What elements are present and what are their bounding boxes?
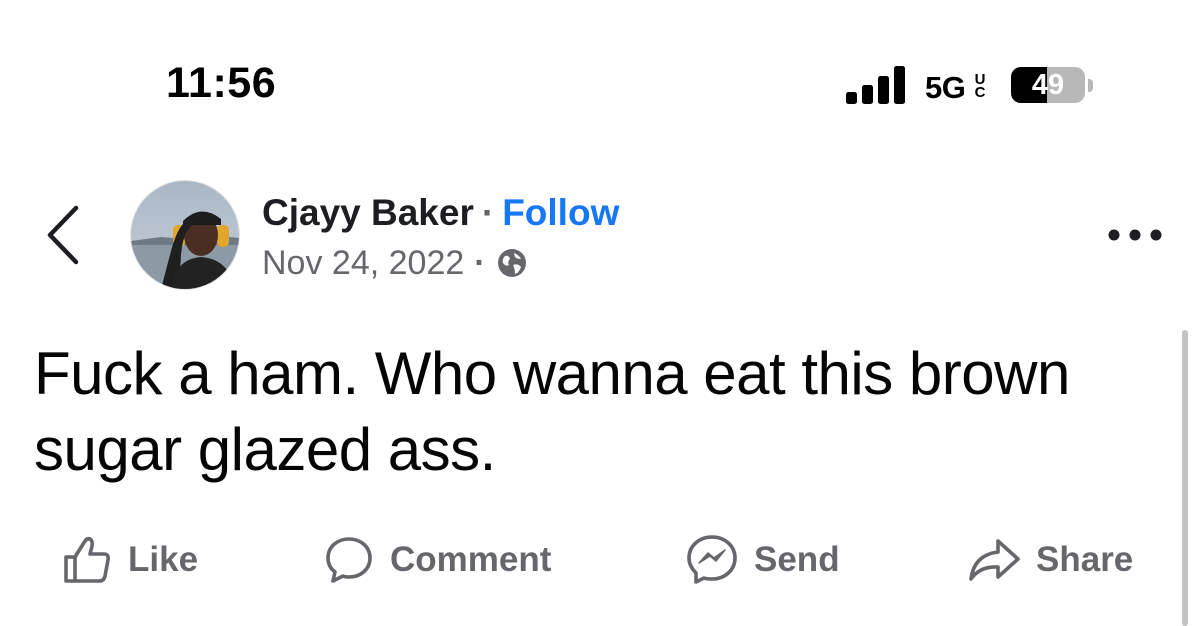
battery-cap — [1088, 79, 1093, 92]
send-label: Send — [754, 540, 840, 579]
follow-button[interactable]: Follow — [502, 192, 619, 233]
status-time: 11:56 — [166, 59, 277, 107]
network-type-label: 5G — [925, 70, 966, 105]
comment-button[interactable]: Comment — [322, 530, 551, 590]
network-badge: UC — [974, 71, 986, 101]
author-avatar[interactable] — [130, 180, 240, 290]
scrollbar[interactable] — [1182, 330, 1188, 626]
author-name[interactable]: Cjayy Baker — [262, 192, 474, 233]
send-button[interactable]: Send — [684, 530, 840, 590]
like-label: Like — [128, 540, 199, 579]
like-button[interactable]: Like — [60, 530, 198, 590]
post-date[interactable]: Nov 24, 2022 — [262, 243, 464, 283]
separator-dot: · — [481, 192, 495, 233]
share-button[interactable]: Share — [966, 530, 1133, 590]
battery-icon: 49 — [1011, 67, 1085, 103]
post-text: Fuck a ham. Who wanna eat this brown sug… — [34, 340, 1070, 483]
globe-icon — [497, 249, 526, 277]
author-line: Cjayy Baker · Follow — [262, 192, 619, 234]
post-meta: Nov 24, 2022 · — [262, 243, 528, 283]
share-arrow-icon — [969, 539, 1020, 581]
back-button[interactable] — [38, 200, 88, 270]
comment-bubble-icon — [326, 537, 372, 583]
cellular-signal-icon — [846, 66, 905, 104]
messenger-icon — [687, 535, 737, 584]
avatar-photo — [131, 181, 239, 289]
thumbs-up-icon — [64, 536, 110, 583]
share-label: Share — [1036, 540, 1134, 579]
post-action-bar: Like Comment Send Share — [0, 530, 1200, 590]
more-options-button[interactable] — [1104, 220, 1166, 250]
battery-level: 49 — [1031, 69, 1065, 101]
comment-label: Comment — [390, 540, 552, 579]
separator-dot: · — [474, 244, 486, 282]
